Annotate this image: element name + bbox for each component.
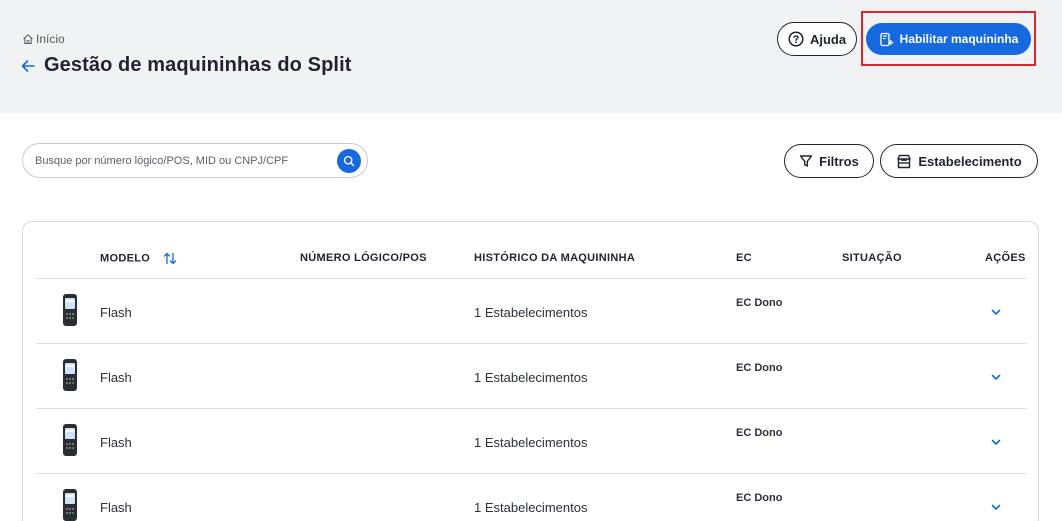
chevron-down-icon[interactable] (990, 437, 1002, 447)
cell-history: 1 Estabelecimentos (474, 370, 588, 385)
cell-model: Flash (100, 435, 132, 450)
search-box (22, 143, 368, 178)
cell-model: Flash (100, 370, 132, 385)
cell-history: 1 Estabelecimentos (474, 500, 588, 515)
establishment-button[interactable]: Estabelecimento (880, 144, 1038, 178)
store-icon (897, 154, 912, 168)
filters-button[interactable]: Filtros (784, 144, 874, 178)
breadcrumb-home[interactable]: Início (36, 32, 65, 46)
cell-ec: EC Dono (736, 362, 783, 374)
cell-model: Flash (100, 305, 132, 320)
filters-button-label: Filtros (819, 153, 859, 169)
chevron-down-icon[interactable] (990, 502, 1002, 512)
column-header-model[interactable]: MODELO (100, 252, 177, 265)
column-header-history: HISTÓRICO DA MAQUININHA (474, 252, 636, 264)
cell-history: 1 Estabelecimentos (474, 305, 588, 320)
column-header-ec: EC (736, 252, 752, 264)
search-icon (343, 155, 355, 167)
pos-table: MODELO NÚMERO LÓGICO/POS HISTÓRICO DA MA… (22, 221, 1039, 521)
cell-ec: EC Dono (736, 427, 783, 439)
home-icon (23, 34, 33, 44)
chevron-down-icon[interactable] (990, 372, 1002, 382)
table-row: Flash 1 Estabelecimentos EC Dono (23, 279, 1040, 344)
help-button[interactable]: Ajuda (777, 22, 857, 56)
table-row: Flash 1 Estabelecimentos EC Dono (23, 344, 1040, 409)
pos-terminal-icon (63, 359, 77, 391)
search-input[interactable] (35, 154, 325, 167)
pos-terminal-icon (63, 489, 77, 521)
breadcrumb[interactable]: Início (22, 32, 65, 46)
sort-arrows-icon[interactable] (163, 252, 177, 265)
chevron-down-icon[interactable] (990, 307, 1002, 317)
enable-pos-button-label: Habilitar maquininha (899, 32, 1019, 46)
question-circle-icon (788, 31, 804, 47)
title-row: Gestão de maquininhas do Split (20, 54, 351, 77)
search-button[interactable] (337, 149, 361, 173)
column-header-actions: AÇÕES (985, 252, 1026, 264)
cell-model: Flash (100, 500, 132, 515)
pos-terminal-icon (63, 424, 77, 456)
cell-history: 1 Estabelecimentos (474, 435, 588, 450)
table-row: Flash 1 Estabelecimentos EC Dono (23, 474, 1040, 521)
funnel-icon (799, 155, 813, 167)
page-title: Gestão de maquininhas do Split (44, 54, 352, 76)
cell-ec: EC Dono (736, 297, 783, 309)
pos-terminal-icon (63, 294, 77, 326)
help-button-label: Ajuda (809, 31, 847, 47)
table-row: Flash 1 Estabelecimentos EC Dono (23, 409, 1040, 474)
arrow-left-icon[interactable] (20, 58, 36, 74)
enable-pos-button[interactable]: Habilitar maquininha (866, 23, 1031, 55)
column-header-status: SITUAÇÃO (842, 252, 902, 264)
establishment-button-label: Estabelecimento (918, 153, 1022, 169)
cell-ec: EC Dono (736, 492, 783, 504)
column-header-pos-number: NÚMERO LÓGICO/POS (300, 252, 427, 264)
pos-add-icon (880, 32, 893, 46)
